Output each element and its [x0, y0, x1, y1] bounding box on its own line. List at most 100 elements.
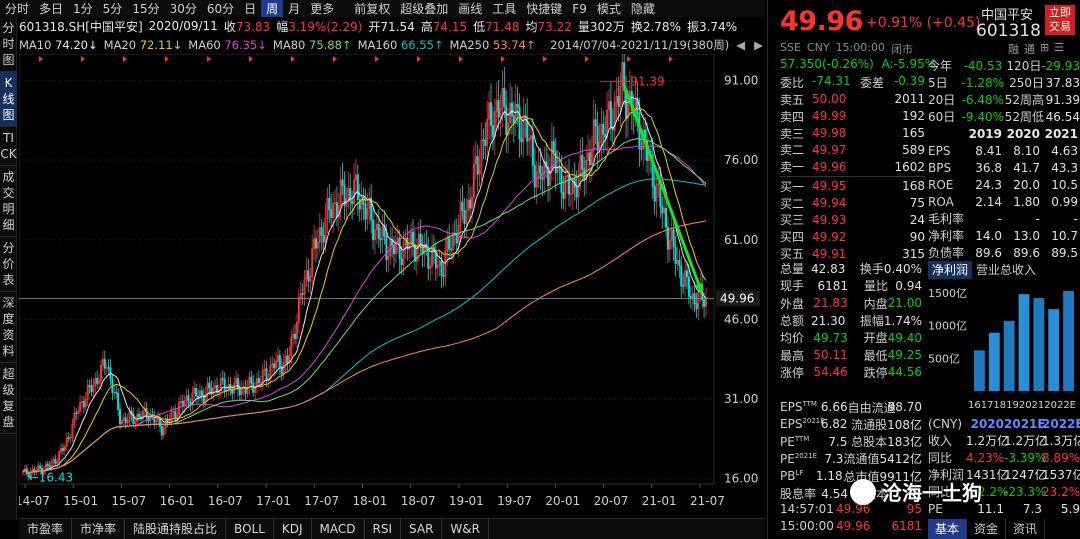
fin-value: 4.63 — [1051, 143, 1078, 158]
period-tab-10[interactable]: 更多 — [305, 0, 339, 17]
ma-value: 74.20↓ — [55, 37, 98, 52]
candle-body — [440, 260, 443, 276]
info-tab-2[interactable]: 资讯 — [1006, 519, 1046, 539]
period-tab-4[interactable]: 15分 — [127, 0, 164, 17]
level-label: 买三 — [780, 213, 805, 228]
level-price: 49.99 — [812, 109, 847, 124]
status-icon-3[interactable]: ☰ — [1054, 41, 1064, 57]
view-tab-5[interactable]: 深度资料 — [0, 292, 17, 363]
period-tab-6[interactable]: 60分 — [202, 0, 239, 17]
status-icon-0[interactable]: 融 — [1008, 41, 1019, 57]
ref-price: 57.350(-0.26%) — [780, 57, 874, 71]
event-marker-icon[interactable] — [291, 56, 295, 62]
event-marker-icon[interactable] — [459, 56, 463, 62]
status-icon-2[interactable]: ⊞ — [1040, 41, 1049, 57]
candle-body — [174, 410, 177, 419]
event-marker-icon[interactable] — [585, 56, 589, 62]
event-marker-icon[interactable] — [39, 56, 43, 62]
event-marker-icon[interactable] — [501, 56, 505, 62]
tick-row: 15:00:00 49.96 6181 — [780, 517, 922, 534]
status-item-2: 15:00:00 — [835, 41, 885, 54]
indicator-tab-1[interactable]: 市净率 — [72, 519, 126, 539]
event-marker-icon[interactable] — [543, 56, 547, 62]
avg-value: 73.22 — [537, 19, 572, 34]
vol-value: 302万 — [589, 19, 625, 34]
indicator-tab-3[interactable]: BOLL — [226, 519, 274, 539]
period-tab-3[interactable]: 5分 — [98, 0, 128, 17]
trade-now-button[interactable]: 立即交易 — [1045, 5, 1075, 35]
info-tabs: 基本 资金 资讯 — [928, 519, 1078, 539]
event-marker-icon[interactable] — [333, 56, 337, 62]
event-marker-icon[interactable] — [207, 56, 211, 62]
view-tab-1[interactable]: K线图 — [0, 72, 17, 127]
toolbar-tool-2[interactable]: 画线 — [453, 0, 487, 17]
info-tab-0[interactable]: 基本 — [928, 519, 968, 539]
fin-value: - — [1073, 211, 1078, 226]
stat-row: PETTM 7.5 总股本 183亿 — [780, 433, 922, 450]
left-view-tabs: 分时图 K线图 TICK 成交明细 分价表 深度资料 超级复盘 — [0, 17, 17, 520]
fin-value: - — [997, 211, 1002, 226]
fin-tab-0[interactable]: 净利润 — [928, 261, 973, 279]
x-tick-label: 15-07 — [111, 494, 146, 508]
fin-tab-1[interactable]: 营业总收入 — [972, 261, 1040, 279]
ma-items: MA10 74.20↓ MA20 72.11↓ MA60 76.35↓ MA80 75… — [19, 38, 536, 52]
period-tab-7[interactable]: 日 — [239, 0, 261, 17]
view-tab-0[interactable]: 分时图 — [0, 17, 17, 72]
period-tab-2[interactable]: 1分 — [68, 0, 98, 17]
view-tab-3[interactable]: 成交明细 — [0, 166, 17, 237]
toolbar-tool-4[interactable]: 快捷键 — [521, 0, 567, 17]
info-tab-1[interactable]: 资金 — [967, 519, 1007, 539]
indicator-tab-6[interactable]: RSI — [365, 519, 402, 539]
toolbar-tool-6[interactable]: 模式 — [592, 0, 626, 17]
y-tick-label: 46.00 — [724, 312, 758, 326]
toolbar-tool-0[interactable]: 前复权 — [349, 0, 395, 17]
indicator-tab-7[interactable]: SAR — [401, 519, 443, 539]
finance-chart-tabs: 净利润 营业总收入 — [928, 261, 1080, 279]
period-tab-1[interactable]: 多日 — [34, 0, 68, 17]
event-marker-icon[interactable] — [669, 56, 673, 62]
view-tab-4[interactable]: 分价表 — [0, 237, 17, 292]
status-icon-1[interactable]: 通 — [1024, 41, 1035, 57]
indicator-tab-2[interactable]: 陆股通持股占比 — [125, 519, 227, 539]
candle-body — [450, 248, 453, 251]
period-tab-0[interactable]: 分时 — [0, 0, 34, 17]
candle-body — [330, 209, 333, 219]
scroll-left-icon[interactable]: ◀ — [734, 38, 747, 52]
period-tab-8[interactable]: 周 — [261, 0, 284, 17]
event-marker-icon[interactable] — [375, 56, 379, 62]
indicator-tab-5[interactable]: MACD — [312, 519, 365, 539]
toolbar-tool-1[interactable]: 超级叠加 — [395, 0, 453, 17]
perf-row: 60日 -9.40% 52周低 46.54 — [928, 108, 1080, 125]
toolbar-tool-3[interactable]: 工具 — [487, 0, 521, 17]
event-marker-icon[interactable] — [417, 56, 421, 62]
toolbar-tool-7[interactable]: 隐藏 — [626, 0, 660, 17]
candle-body — [364, 203, 367, 220]
stat-value: 7.5 — [828, 434, 848, 449]
event-marker-icon[interactable] — [249, 56, 253, 62]
event-marker-icon[interactable] — [165, 56, 169, 62]
swing-label: 振 — [686, 19, 699, 34]
event-marker-icon[interactable] — [627, 56, 631, 62]
ma-value: 66.55↑ — [400, 37, 444, 52]
indicator-tab-8[interactable]: W&R — [442, 519, 489, 539]
view-tab-2[interactable]: TICK — [0, 127, 17, 166]
candle-body — [455, 232, 458, 244]
event-marker-icon[interactable] — [81, 56, 85, 62]
indicator-tab-4[interactable]: KDJ — [274, 519, 312, 539]
candle-body — [265, 368, 268, 381]
stat-value: 1.18 — [815, 469, 843, 484]
high-annotation: ←91.39 — [620, 74, 664, 88]
toolbar-tool-5[interactable]: F9 — [567, 2, 592, 16]
period-tab-5[interactable]: 30分 — [165, 0, 202, 17]
event-marker-icon[interactable] — [123, 56, 127, 62]
scroll-right-icon[interactable]: ▶ — [752, 38, 765, 52]
candle-body — [678, 259, 681, 267]
candle-body — [689, 295, 692, 299]
wc-value: -0.39 — [893, 74, 925, 88]
kline-chart[interactable]: 91.00 76.00 61.00 46.00 31.00 16.00 14-07 15-01… — [19, 54, 765, 516]
period-tab-9[interactable]: 月 — [283, 0, 305, 17]
perf-row: 5日 -1.28% 250日 37.83 — [928, 74, 1080, 91]
view-tab-6[interactable]: 超级复盘 — [0, 363, 17, 434]
level-volume: 1602 — [894, 159, 925, 174]
indicator-tab-0[interactable]: 市盈率 — [19, 519, 73, 539]
